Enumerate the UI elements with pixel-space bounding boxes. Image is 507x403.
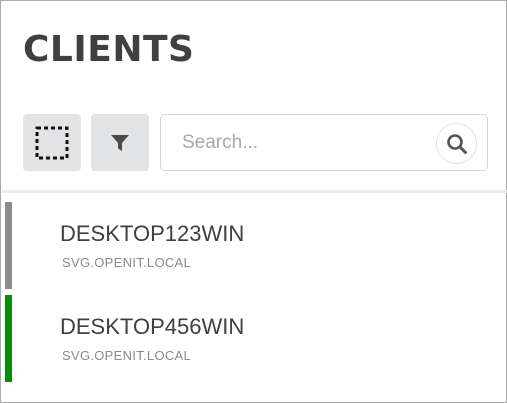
client-domain: SVG.OPENIT.LOCAL	[62, 255, 192, 270]
list-divider	[2, 190, 507, 193]
search-box	[160, 114, 488, 171]
select-mode-button[interactable]	[23, 114, 81, 171]
client-name: DESKTOP456WIN	[60, 314, 245, 339]
client-row[interactable]: DESKTOP123WIN SVG.OPENIT.LOCAL	[2, 201, 507, 291]
magnifier-icon	[446, 133, 467, 154]
search-button[interactable]	[436, 123, 477, 164]
client-row[interactable]: DESKTOP456WIN SVG.OPENIT.LOCAL	[2, 294, 507, 384]
client-domain: SVG.OPENIT.LOCAL	[62, 348, 192, 363]
status-indicator	[5, 202, 12, 289]
status-indicator	[5, 295, 12, 382]
selection-marquee-icon	[35, 126, 69, 159]
clients-panel: CLIENTS DESKTOP123WIN SVG.OPENIT.LOCAL D…	[0, 0, 507, 403]
filter-funnel-icon	[111, 134, 129, 151]
filter-button[interactable]	[91, 114, 149, 171]
page-title: CLIENTS	[23, 29, 195, 70]
search-input[interactable]	[161, 115, 431, 170]
client-name: DESKTOP123WIN	[60, 221, 245, 246]
